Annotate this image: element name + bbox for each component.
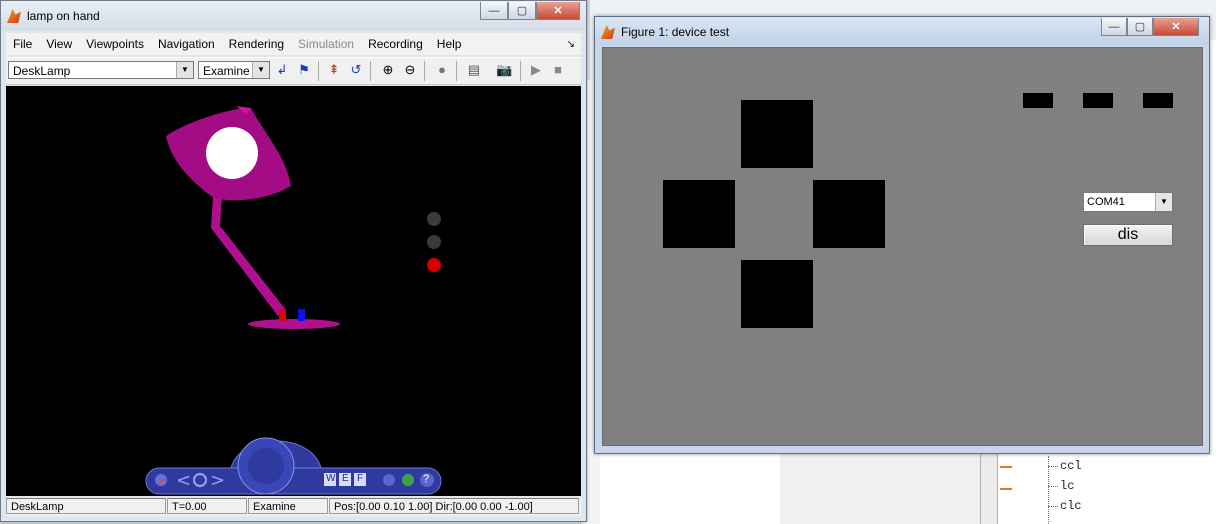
toolbar-separator xyxy=(318,61,319,81)
chevron-down-icon: ▼ xyxy=(252,62,269,78)
lamp-arm xyxy=(211,196,286,316)
menu-simulation[interactable]: Simulation xyxy=(291,37,361,51)
figure-titlebar[interactable]: Figure 1: device test — ▢ ✕ xyxy=(595,17,1209,45)
nav-close-glyph: × xyxy=(158,477,166,487)
left-square xyxy=(663,180,735,248)
nav-wheel-center[interactable] xyxy=(248,448,284,484)
toolbar-separator xyxy=(424,61,425,81)
nav-mode-value: Examine xyxy=(203,64,250,78)
vrml-viewer-window: lamp on hand — ▢ ✕ File View Viewpoints … xyxy=(0,0,587,522)
matlab-logo-icon xyxy=(7,9,21,23)
menu-file[interactable]: File xyxy=(6,37,39,51)
toolbar-separator xyxy=(370,61,371,81)
maximize-button[interactable]: ▢ xyxy=(508,2,536,20)
toolbar-separator xyxy=(456,61,457,81)
film-strip-icon[interactable]: ▤ xyxy=(466,62,482,78)
indicator-block-1 xyxy=(1023,93,1053,108)
nav-w-label: W xyxy=(326,473,336,484)
background-scrollbar[interactable] xyxy=(980,452,998,524)
record-icon[interactable]: ● xyxy=(434,62,450,78)
breakpoint-dash xyxy=(1000,488,1012,490)
nav-help-label: ? xyxy=(423,473,430,485)
indicator-block-3 xyxy=(1143,93,1173,108)
command-history-item[interactable]: lc xyxy=(1030,476,1150,496)
lamp-bulb xyxy=(206,127,258,179)
navigation-panel: × < > W E F ? xyxy=(6,437,581,496)
zoom-in-icon[interactable]: ⊕ xyxy=(380,62,396,78)
command-history-item[interactable]: clc xyxy=(1030,496,1150,516)
com-port-select[interactable]: COM41 ▼ xyxy=(1083,192,1173,212)
status-viewpoint: DeskLamp xyxy=(6,498,166,514)
viewpoint-select[interactable]: DeskLamp ▼ xyxy=(8,61,194,79)
breakpoint-dash xyxy=(1000,466,1012,468)
status-time: T=0.00 xyxy=(167,498,247,514)
disconnect-button[interactable]: dis xyxy=(1083,224,1173,246)
vrml-titlebar[interactable]: lamp on hand — ▢ ✕ xyxy=(1,1,586,31)
return-to-viewpoint-icon[interactable]: ↲ xyxy=(274,62,290,78)
3d-scene-canvas[interactable] xyxy=(6,86,581,466)
indicator-light-1 xyxy=(427,212,441,226)
right-square xyxy=(813,180,885,248)
nav-left-icon[interactable]: < xyxy=(176,470,191,491)
undo-move-icon[interactable]: ↺ xyxy=(348,62,364,78)
nav-right-icon[interactable]: > xyxy=(210,470,225,491)
up-square xyxy=(741,100,813,168)
minimize-button[interactable]: — xyxy=(1101,18,1127,36)
desk-lamp-scene xyxy=(166,106,441,329)
nav-f-label: F xyxy=(357,473,364,484)
indicator-light-2 xyxy=(427,235,441,249)
figure-window: Figure 1: device test — ▢ ✕ COM41 ▼ dis xyxy=(594,16,1210,454)
maximize-button[interactable]: ▢ xyxy=(1127,18,1153,36)
command-history-item[interactable]: ccl xyxy=(1030,456,1150,476)
navigation-mode-select[interactable]: Examine ▼ xyxy=(198,61,270,79)
menu-view[interactable]: View xyxy=(39,37,79,51)
menu-help[interactable]: Help xyxy=(430,37,469,51)
close-button[interactable]: ✕ xyxy=(1153,18,1199,36)
status-bar: DeskLamp T=0.00 Examine Pos:[0.00 0.10 1… xyxy=(6,498,581,516)
status-position-direction: Pos:[0.00 0.10 1.00] Dir:[0.00 0.00 -1.0… xyxy=(329,498,579,514)
blue-switch xyxy=(298,309,305,321)
down-square xyxy=(741,260,813,328)
window-title: lamp on hand xyxy=(27,9,100,23)
straighten-up-icon[interactable]: ⇞ xyxy=(326,62,342,78)
camera-icon[interactable]: 📷 xyxy=(496,62,512,78)
stop-icon[interactable]: ■ xyxy=(550,62,566,78)
background-panel xyxy=(780,452,981,524)
menu-recording[interactable]: Recording xyxy=(361,37,430,51)
figure-window-controls: — ▢ ✕ xyxy=(1101,18,1199,36)
lamp-base xyxy=(248,319,340,329)
close-button[interactable]: ✕ xyxy=(536,2,580,20)
dock-arrow-icon[interactable]: ↘ xyxy=(567,39,581,50)
menu-viewpoints[interactable]: Viewpoints xyxy=(79,37,151,51)
indicator-block-2 xyxy=(1083,93,1113,108)
nav-headlight-icon[interactable] xyxy=(402,474,414,486)
figure-canvas: COM41 ▼ dis xyxy=(602,47,1203,446)
menu-rendering[interactable]: Rendering xyxy=(222,37,291,51)
play-icon[interactable]: ▶ xyxy=(528,62,544,78)
red-switch xyxy=(279,309,286,321)
flag-viewpoint-icon[interactable]: ⚑ xyxy=(296,62,312,78)
window-controls: — ▢ ✕ xyxy=(480,2,580,20)
chevron-down-icon: ▼ xyxy=(1155,193,1172,211)
figure-title: Figure 1: device test xyxy=(621,25,730,39)
matlab-logo-icon xyxy=(601,25,615,39)
com-port-value: COM41 xyxy=(1087,196,1125,208)
viewpoint-value: DeskLamp xyxy=(13,64,71,78)
minimize-button[interactable]: — xyxy=(480,2,508,20)
nav-panel-graphic: × < > xyxy=(145,437,442,495)
status-mode: Examine xyxy=(248,498,328,514)
zoom-out-icon[interactable]: ⊖ xyxy=(402,62,418,78)
toolbar-separator xyxy=(520,61,521,81)
toolbar: DeskLamp ▼ Examine ▼ ↲ ⚑ ⇞ ↺ ⊕ ⊖ ● ▤ 📷 ▶… xyxy=(6,57,581,85)
menu-navigation[interactable]: Navigation xyxy=(151,37,222,51)
chevron-down-icon: ▼ xyxy=(176,62,193,78)
menu-bar: File View Viewpoints Navigation Renderin… xyxy=(6,33,581,55)
indicator-light-3 xyxy=(427,258,441,272)
command-history-list: ccl lc clc xyxy=(1030,456,1150,524)
nav-e-label: E xyxy=(342,473,349,484)
nav-view-icon[interactable] xyxy=(383,474,395,486)
